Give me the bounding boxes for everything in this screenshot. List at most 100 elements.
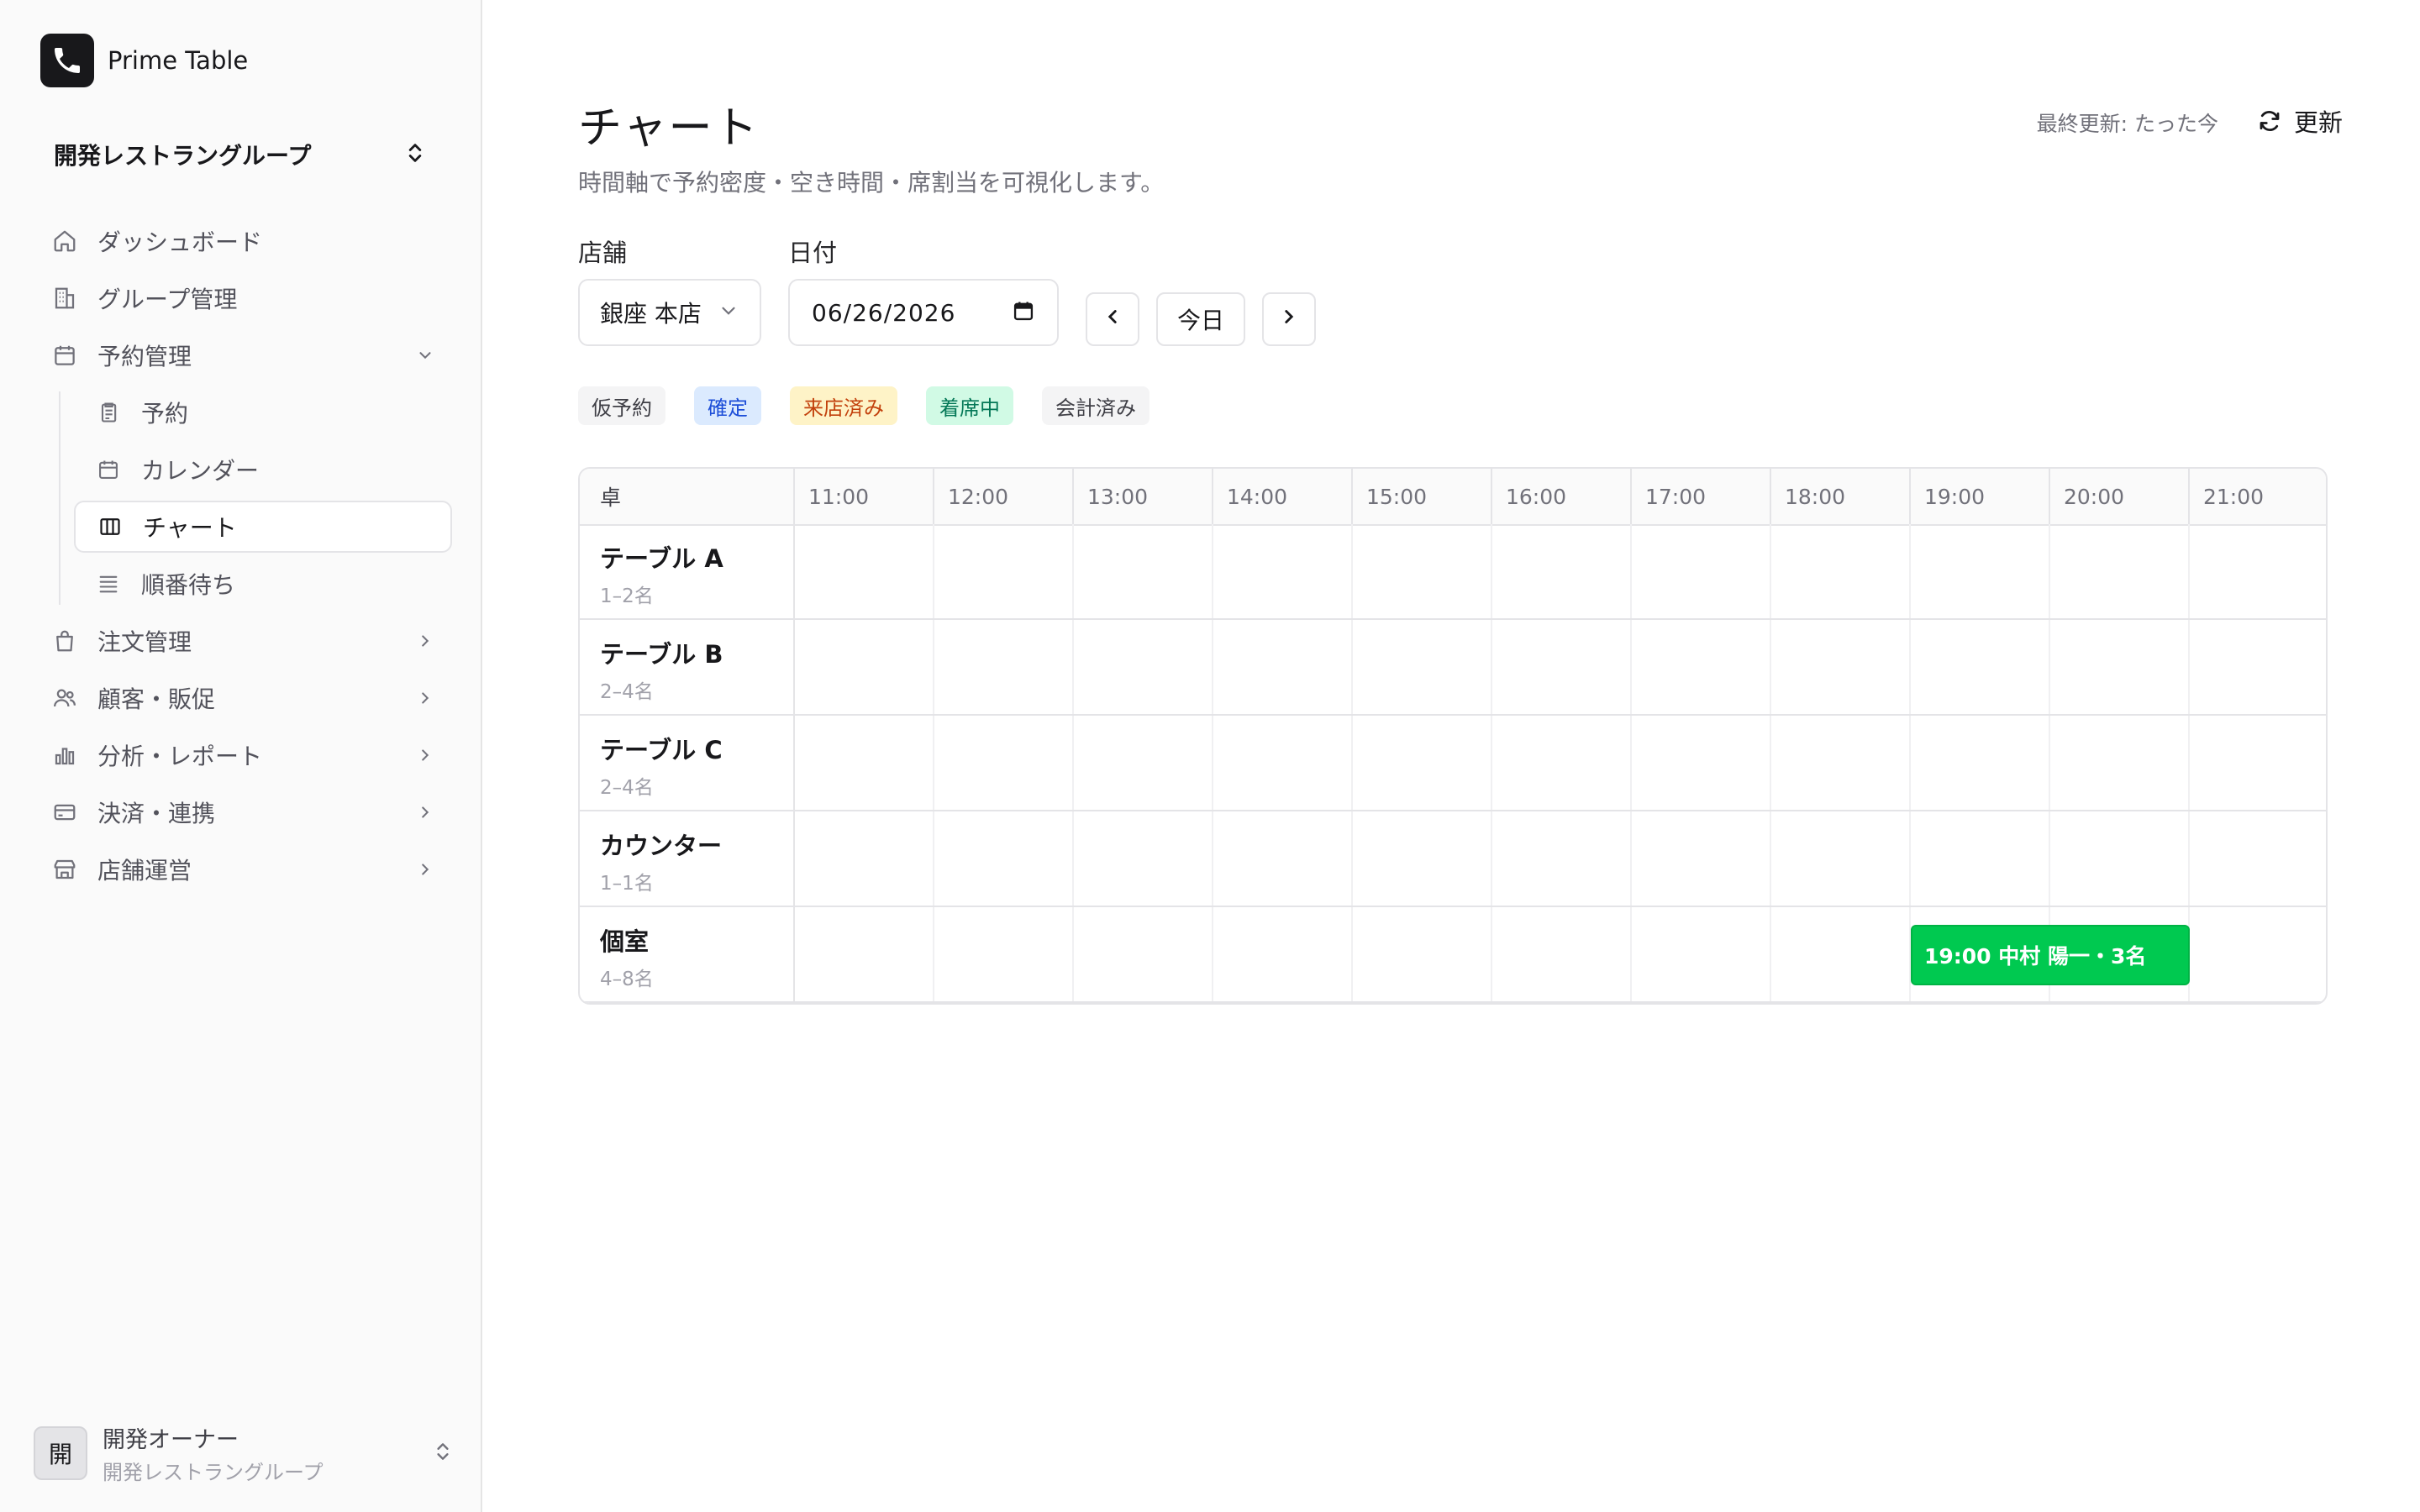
hour-label: 17:00 xyxy=(1632,469,1771,524)
time-slot-cell[interactable] xyxy=(1213,716,1353,810)
time-slot-cell[interactable] xyxy=(1632,907,1771,1001)
time-slot-cell[interactable] xyxy=(934,907,1074,1001)
time-slot-cell[interactable] xyxy=(2050,620,2190,714)
sidebar-item-group-management[interactable]: グループ管理 xyxy=(35,272,452,324)
time-slot-cell[interactable] xyxy=(1492,811,1632,906)
time-slot-cell[interactable] xyxy=(795,524,934,618)
hour-label: 15:00 xyxy=(1353,469,1492,524)
time-slot-cell[interactable] xyxy=(934,524,1074,618)
time-slot-cell[interactable] xyxy=(1353,811,1492,906)
refresh-button[interactable]: 更新 xyxy=(2257,99,2343,143)
time-slot-cell[interactable] xyxy=(1632,620,1771,714)
previous-day-button[interactable] xyxy=(1086,292,1139,346)
time-slot-cell[interactable] xyxy=(2190,524,2326,618)
time-slot-cell[interactable] xyxy=(1213,907,1353,1001)
phone-icon xyxy=(40,34,94,87)
time-slot-cell[interactable] xyxy=(2050,524,2190,618)
brand[interactable]: Prime Table xyxy=(40,34,248,87)
calendar-icon[interactable] xyxy=(1012,299,1035,326)
reservation-block[interactable]: 19:00 中村 陽一・3名 xyxy=(1911,925,2190,985)
table-name: テーブル A xyxy=(600,544,723,573)
time-slot-cell[interactable] xyxy=(1353,907,1492,1001)
time-slot-cell[interactable] xyxy=(1353,620,1492,714)
time-slot-cell[interactable] xyxy=(1074,811,1213,906)
time-slot-cell[interactable] xyxy=(2050,811,2190,906)
sidebar-item-calendar[interactable]: カレンダー xyxy=(74,444,452,496)
store-select-value: 銀座 本店 xyxy=(600,300,702,328)
time-slot-cell[interactable] xyxy=(1213,620,1353,714)
time-slot-cell[interactable] xyxy=(1771,620,1911,714)
time-slot-cell[interactable] xyxy=(2190,907,2326,1001)
table-row: テーブル B 2–4名 xyxy=(580,620,2326,716)
reservation-label: 19:00 中村 陽一・3名 xyxy=(1924,944,2147,969)
status-badge: 来店済み xyxy=(790,386,897,425)
time-slot-cell[interactable] xyxy=(1492,907,1632,1001)
store-label: 店舗 xyxy=(578,239,628,267)
time-slot-cell[interactable] xyxy=(934,716,1074,810)
time-slot-cell[interactable] xyxy=(1353,716,1492,810)
user-menu[interactable]: 開 開発オーナー 開発レストラングループ xyxy=(34,1421,454,1485)
time-slot-cell[interactable] xyxy=(2190,716,2326,810)
org-switcher[interactable]: 開発レストラングループ xyxy=(42,131,439,178)
time-slot-cell[interactable] xyxy=(1074,907,1213,1001)
time-slot-cell[interactable] xyxy=(1632,524,1771,618)
sidebar-item-payments[interactable]: 決済・連携 xyxy=(35,786,452,838)
table-capacity: 2–4名 xyxy=(600,681,654,703)
chevron-down-icon xyxy=(718,300,739,325)
sidebar-item-label: ダッシュボード xyxy=(97,228,263,256)
time-slot-cell[interactable] xyxy=(1074,620,1213,714)
time-slot-cell[interactable] xyxy=(1771,524,1911,618)
time-slot-cell[interactable] xyxy=(1074,524,1213,618)
sidebar-item-label: グループ管理 xyxy=(97,286,238,313)
time-slot-cell[interactable] xyxy=(1911,716,2050,810)
time-slot-cell[interactable] xyxy=(1911,811,2050,906)
time-slot-cell[interactable] xyxy=(1771,716,1911,810)
store-select[interactable]: 銀座 本店 xyxy=(578,279,761,346)
table-column-header: 卓 xyxy=(580,469,795,524)
sidebar-item-customers[interactable]: 顧客・販促 xyxy=(35,672,452,724)
time-slot-cell[interactable] xyxy=(1632,716,1771,810)
time-slot-cell[interactable] xyxy=(2050,716,2190,810)
status-badge: 確定 xyxy=(694,386,761,425)
time-slot-cell[interactable] xyxy=(795,620,934,714)
time-slot-cell[interactable] xyxy=(2190,811,2326,906)
time-slot-cell[interactable] xyxy=(1492,620,1632,714)
time-slot-cell[interactable] xyxy=(1771,811,1911,906)
hour-label: 20:00 xyxy=(2050,469,2190,524)
avatar: 開 xyxy=(34,1426,87,1480)
sidebar-item-waitlist[interactable]: 順番待ち xyxy=(74,558,452,610)
time-slot-cell[interactable] xyxy=(1492,524,1632,618)
time-slot-cell[interactable] xyxy=(934,620,1074,714)
sidebar-item-orders[interactable]: 注文管理 xyxy=(35,615,452,667)
time-slot-cell[interactable] xyxy=(795,907,934,1001)
time-slot-cell[interactable] xyxy=(1074,716,1213,810)
time-slot-cell[interactable] xyxy=(1771,907,1911,1001)
chevrons-up-down-icon xyxy=(432,1441,454,1466)
table-capacity: 4–8名 xyxy=(600,969,654,990)
sidebar-item-store-operations[interactable]: 店舗運営 xyxy=(35,843,452,895)
list-icon xyxy=(94,570,123,598)
sidebar-item-analytics[interactable]: 分析・レポート xyxy=(35,729,452,781)
sidebar-item-dashboard[interactable]: ダッシュボード xyxy=(35,215,452,267)
sidebar-item-chart[interactable]: チャート xyxy=(74,501,452,553)
next-day-button[interactable] xyxy=(1262,292,1316,346)
time-slot-cell[interactable] xyxy=(2190,620,2326,714)
time-slot-cell[interactable] xyxy=(795,716,934,810)
time-slot-cell[interactable] xyxy=(795,811,934,906)
sidebar-item-label: チャート xyxy=(143,514,237,542)
time-slot-cell[interactable] xyxy=(1353,524,1492,618)
table-row: カウンター 1–1名 xyxy=(580,811,2326,907)
last-updated: 最終更新: たった今 xyxy=(2036,112,2218,136)
time-slot-cell[interactable] xyxy=(1911,524,2050,618)
time-slot-cell[interactable] xyxy=(934,811,1074,906)
time-slot-cell[interactable] xyxy=(1213,524,1353,618)
status-legend: 仮予約 確定 来店済み 着席中 会計済み xyxy=(578,386,1178,425)
time-slot-cell[interactable] xyxy=(1911,620,2050,714)
today-button[interactable]: 今日 xyxy=(1156,292,1245,346)
time-slot-cell[interactable] xyxy=(1492,716,1632,810)
time-slot-cell[interactable] xyxy=(1632,811,1771,906)
time-slot-cell[interactable] xyxy=(1213,811,1353,906)
date-input[interactable]: 06/26/2026 xyxy=(788,279,1059,346)
sidebar-item-reservations[interactable]: 予約管理 xyxy=(35,329,452,381)
sidebar-item-reservation-list[interactable]: 予約 xyxy=(74,386,452,438)
